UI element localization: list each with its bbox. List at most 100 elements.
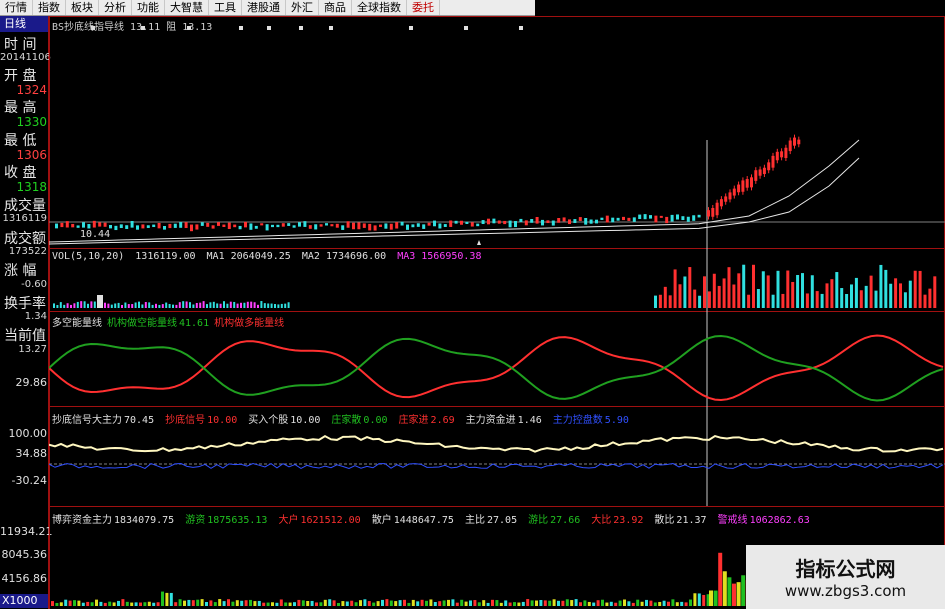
fund-bar-25: [161, 591, 164, 606]
candle-117: [686, 216, 690, 222]
menu-item-7[interactable]: 港股通: [242, 0, 286, 15]
menu-item-1[interactable]: 指数: [33, 0, 66, 15]
candle-3: [71, 223, 75, 228]
vol-bar-left-63: [267, 303, 270, 308]
fund-bar-132: [631, 602, 635, 606]
fund-title: 博弈资金主力: [52, 515, 112, 526]
fund-bar-100: [491, 599, 494, 606]
candle-81: [492, 218, 496, 224]
vol-bar-right-20: [752, 264, 755, 308]
vol-bar-left-37: [178, 302, 181, 308]
candle-89: [535, 216, 539, 224]
menu-item-10[interactable]: 全球指数: [352, 0, 407, 15]
fund-bar-62: [323, 599, 327, 606]
menu-item-4[interactable]: 功能: [132, 0, 165, 15]
vol-bar-left-31: [158, 304, 161, 308]
fund-bar-47: [257, 600, 261, 606]
fund-title-value: 1834079.75: [114, 515, 175, 526]
menu-item-2[interactable]: 板块: [66, 0, 99, 15]
candle-21: [168, 223, 172, 229]
fund-bar-57: [301, 600, 305, 606]
fund-bar-10: [95, 599, 98, 606]
fund-bar-5: [73, 600, 76, 606]
vol-bar-left-21: [124, 302, 127, 308]
fund-bar-18: [130, 602, 134, 606]
vol-bar-right-37: [835, 272, 839, 308]
candle-42: [281, 223, 285, 227]
vol-bar-left-18: [114, 303, 117, 308]
vol-bar-right-33: [815, 291, 819, 308]
vol-bar-left-50: [223, 301, 225, 308]
fund-bar-133: [636, 599, 640, 606]
fund-bar-120: [579, 602, 582, 606]
fund-bar-131: [627, 601, 631, 606]
fund-bar-80: [403, 599, 406, 606]
vol-bar-right-54: [918, 270, 922, 308]
candle-57: [362, 223, 366, 228]
fund-bar-27: [169, 592, 173, 606]
energy-axis-label: 29.86: [15, 376, 48, 389]
vol-ma3: MA3 1566950.38: [397, 251, 482, 262]
vol-bar-left-28: [148, 302, 151, 308]
fund-warn-value: 1062862.63: [749, 515, 810, 526]
fund-bar-24: [156, 602, 160, 606]
menu-item-11[interactable]: 委托: [407, 0, 440, 15]
fund-bar-141: [671, 599, 675, 606]
candle-77: [470, 222, 474, 227]
candle-70: [433, 220, 436, 227]
close-label: 收 盘: [4, 165, 37, 181]
fund-bar-116: [561, 600, 565, 606]
fund-bar-136: [649, 600, 653, 606]
fund-bar-117: [565, 599, 569, 606]
candle-2: [65, 221, 69, 228]
candle-100: [595, 219, 598, 224]
unit-x1000-tab[interactable]: X1000: [0, 594, 48, 608]
fund-bar-39: [222, 601, 226, 606]
fund-bar-142: [675, 602, 679, 606]
fund-bar-85: [425, 600, 428, 606]
menu-item-6[interactable]: 工具: [209, 0, 242, 15]
vol-bar-left-23: [131, 304, 134, 308]
menu-item-5[interactable]: 大智慧: [165, 0, 209, 15]
candle-91: [546, 220, 550, 224]
vol-bar-right-26: [781, 293, 785, 308]
candle-61: [384, 223, 388, 229]
candle-95: [568, 219, 571, 225]
vol-bar-right-50: [899, 283, 902, 308]
candle-24: [184, 222, 188, 228]
vol-bar-right-9: [698, 295, 702, 308]
vol-bar-right-4: [673, 269, 677, 308]
fund-bar-17: [125, 601, 129, 606]
menu-item-9[interactable]: 商品: [319, 0, 352, 15]
vol-bar-right-56: [928, 288, 932, 308]
candle-55: [352, 222, 355, 230]
fund-bar-135: [645, 599, 648, 606]
candle-46: [303, 221, 307, 227]
candle-83: [503, 220, 507, 225]
fund-bar-129: [618, 600, 622, 606]
period-tab-daily[interactable]: 日线: [0, 16, 48, 32]
menu-item-8[interactable]: 外汇: [286, 0, 319, 15]
vol-bar-right-5: [678, 284, 682, 308]
candle-32: [227, 222, 231, 230]
fund-bar-78: [394, 601, 398, 606]
menu-item-0[interactable]: 行情: [0, 0, 33, 15]
candle-101: [600, 217, 604, 220]
candle-80: [487, 218, 490, 225]
fund-bar-69: [354, 602, 358, 606]
fund-bar-114: [552, 599, 556, 606]
energy-long-label: 机构做多能量线: [214, 318, 285, 329]
fund-bar-109: [530, 600, 534, 606]
fund-bar-40: [227, 599, 230, 606]
candle-23: [179, 222, 183, 228]
fund-bar-50: [271, 602, 274, 606]
vol-ma2: MA2 1734696.00: [301, 251, 387, 262]
vol-bar-spike: [97, 295, 103, 308]
signal-dealer-in-label: 庄家进: [398, 415, 429, 426]
candle-26: [195, 224, 199, 230]
menu-item-3[interactable]: 分析: [99, 0, 132, 15]
fund-bar-46: [253, 601, 257, 606]
candle-48: [314, 224, 318, 230]
candle-92: [551, 220, 555, 226]
fund-bar-96: [473, 600, 477, 606]
